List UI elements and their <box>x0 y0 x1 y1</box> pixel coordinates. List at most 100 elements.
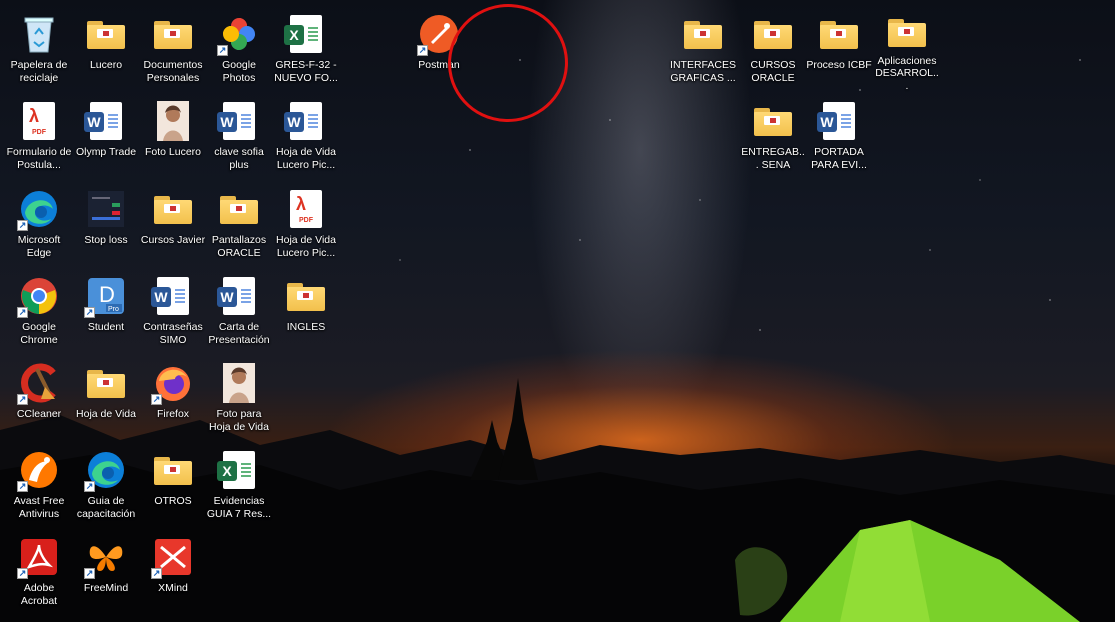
desktop-icon[interactable]: ↗ Adobe Acrobat <box>6 531 72 615</box>
svg-text:Pro: Pro <box>108 306 119 313</box>
desktop-icon[interactable]: Cursos Javier <box>140 183 206 267</box>
desktop-icon[interactable]: ↗ Firefox <box>140 357 206 441</box>
desktop-icon-label: Carta de Presentación <box>208 321 270 346</box>
pdf-icon: λ PDF <box>284 187 328 231</box>
folder-icon <box>84 361 128 405</box>
desktop-icon[interactable]: W Contraseñas SIMO <box>140 270 206 354</box>
desktop-icon-label: Hoja de Vida <box>76 408 136 420</box>
desktop-icon-label: Pantallazos ORACLE <box>211 234 267 259</box>
desktop-icon[interactable]: X Evidencias GUIA 7 Res... <box>206 444 272 528</box>
desktop-icon[interactable]: ↗ FreeMind <box>73 531 139 615</box>
desktop-icon[interactable]: ↗ Google Chrome <box>6 270 72 354</box>
desktop-icon[interactable]: ↗ XMind <box>140 531 206 615</box>
desktop-icon[interactable]: ENTREGAB... SENA <box>740 95 806 179</box>
folder-icon <box>84 12 128 56</box>
folder-icon <box>817 12 861 56</box>
desktop-icon[interactable]: Wclave sofia plus <box>206 95 272 179</box>
shortcut-arrow-icon: ↗ <box>17 394 28 405</box>
folder-icon <box>681 12 725 56</box>
avast-icon: ↗ <box>17 448 61 492</box>
desktop-icon-label: ENTREGAB... SENA <box>741 146 805 171</box>
desktop-icon-label: Contraseñas SIMO <box>143 321 203 346</box>
desktop-icon[interactable]: Stop loss <box>73 183 139 267</box>
desktop-icon-label: PORTADA PARA EVI... <box>811 146 867 171</box>
student-icon: D Pro ↗ <box>84 274 128 318</box>
shortcut-arrow-icon: ↗ <box>17 307 28 318</box>
desktop-icon-label: OTROS <box>154 495 192 507</box>
screenshot-icon <box>84 187 128 231</box>
word-icon: W <box>151 274 195 318</box>
desktop-icon[interactable]: Lucero <box>73 8 139 92</box>
edge-icon: ↗ <box>84 448 128 492</box>
desktop-icon[interactable]: Papelera de reciclaje <box>6 8 72 92</box>
desktop-icon[interactable]: Hoja de Vida <box>73 357 139 441</box>
pdf-icon: λ PDF <box>17 99 61 143</box>
desktop-icon[interactable]: D Pro ↗ Student <box>73 270 139 354</box>
desktop-icon-label: Proceso ICBF <box>806 59 872 71</box>
desktop-icon-label: Foto Lucero <box>144 146 202 158</box>
desktop-icon-label: Microsoft Edge <box>17 234 61 259</box>
desktop-icon[interactable]: INGLES <box>273 270 339 354</box>
desktop-icon[interactable]: ↗ Google Photos <box>206 8 272 92</box>
edge-icon: ↗ <box>17 187 61 231</box>
folder-icon <box>151 187 195 231</box>
desktop-icon-label: CCleaner <box>16 408 62 420</box>
desktop-icon-label: GRES-F-32 - NUEVO FO... <box>274 59 338 84</box>
recycle-bin-icon <box>17 12 61 56</box>
desktop-icon-label: Adobe Acrobat <box>20 582 58 607</box>
excel-icon: X <box>284 12 328 56</box>
desktop-icon-label: Student <box>87 321 125 333</box>
desktop-icon-label: Papelera de reciclaje <box>10 59 68 84</box>
shortcut-arrow-icon: ↗ <box>17 220 28 231</box>
folder-icon <box>885 12 929 52</box>
shortcut-arrow-icon: ↗ <box>84 568 95 579</box>
chrome-icon: ↗ <box>17 274 61 318</box>
desktop-icon[interactable]: INTERFACES GRAFICAS ... <box>670 8 736 92</box>
desktop-icon[interactable]: W Olymp Trade <box>73 95 139 179</box>
desktop[interactable]: Papelera de reciclaje Lucero Documentos Pe… <box>0 0 1115 622</box>
desktop-icon-label: Aplicaciones DESARROL... <box>875 54 939 92</box>
desktop-icon[interactable]: W Carta de Presentación <box>206 270 272 354</box>
desktop-icon-label: Guia de capacitación <box>76 495 136 520</box>
google-photos-icon: ↗ <box>217 12 261 56</box>
desktop-icon-label: Lucero <box>89 59 123 71</box>
desktop-icon[interactable]: Documentos Personales <box>140 8 206 92</box>
folder-icon <box>751 12 795 56</box>
desktop-icon[interactable]: OTROS <box>140 444 206 528</box>
desktop-icon[interactable]: ↗ Guia de capacitación <box>73 444 139 528</box>
desktop-icon[interactable]: ↗ Avast Free Antivirus <box>6 444 72 528</box>
desktop-icon[interactable]: Aplicaciones DESARROL... <box>874 8 940 92</box>
desktop-icon-label: FreeMind <box>83 582 129 594</box>
xmind-icon: ↗ <box>151 535 195 579</box>
desktop-icon[interactable]: X GRES-F-32 - NUEVO FO... <box>273 8 339 92</box>
desktop-icon-label: Cursos Javier <box>140 234 206 246</box>
desktop-icon-label: Google Photos <box>222 59 256 84</box>
desktop-icon[interactable]: CURSOS ORACLE <box>740 8 806 92</box>
desktop-icon-label: Google Chrome <box>20 321 58 346</box>
shortcut-arrow-icon: ↗ <box>151 568 162 579</box>
desktop-icon-label: Stop loss <box>84 234 128 246</box>
desktop-icon-label: Evidencias GUIA 7 Res... <box>206 495 272 520</box>
desktop-icon[interactable]: λ PDF Formulario de Postula... <box>6 95 72 179</box>
word-icon: W <box>84 99 128 143</box>
word-icon: W <box>817 99 861 143</box>
desktop-icon[interactable]: W Hoja de Vida Lucero Pic... <box>273 95 339 179</box>
desktop-icon-label: INGLES <box>286 321 326 333</box>
word-icon: W <box>284 99 328 143</box>
desktop-icon-label: CURSOS ORACLE <box>750 59 796 84</box>
desktop-icon[interactable]: ↗ CCleaner <box>6 357 72 441</box>
desktop-icon[interactable]: W PORTADA PARA EVI... <box>806 95 872 179</box>
desktop-icon[interactable]: Proceso ICBF <box>806 8 872 92</box>
desktop-icon[interactable]: Foto Lucero <box>140 95 206 179</box>
desktop-icon-label: Olymp Trade <box>75 146 137 158</box>
desktop-icon[interactable]: λ PDF Hoja de Vida Lucero Pic... <box>273 183 339 267</box>
firefox-icon: ↗ <box>151 361 195 405</box>
desktop-icon[interactable]: ↗ Microsoft Edge <box>6 183 72 267</box>
desktop-icon-label: Firefox <box>156 408 190 420</box>
photo-icon <box>151 99 195 143</box>
desktop-icon[interactable]: Pantallazos ORACLE <box>206 183 272 267</box>
folder-icon <box>217 187 261 231</box>
shortcut-arrow-icon: ↗ <box>217 45 228 56</box>
shortcut-arrow-icon: ↗ <box>17 481 28 492</box>
desktop-icon[interactable]: Foto para Hoja de Vida <box>206 357 272 441</box>
